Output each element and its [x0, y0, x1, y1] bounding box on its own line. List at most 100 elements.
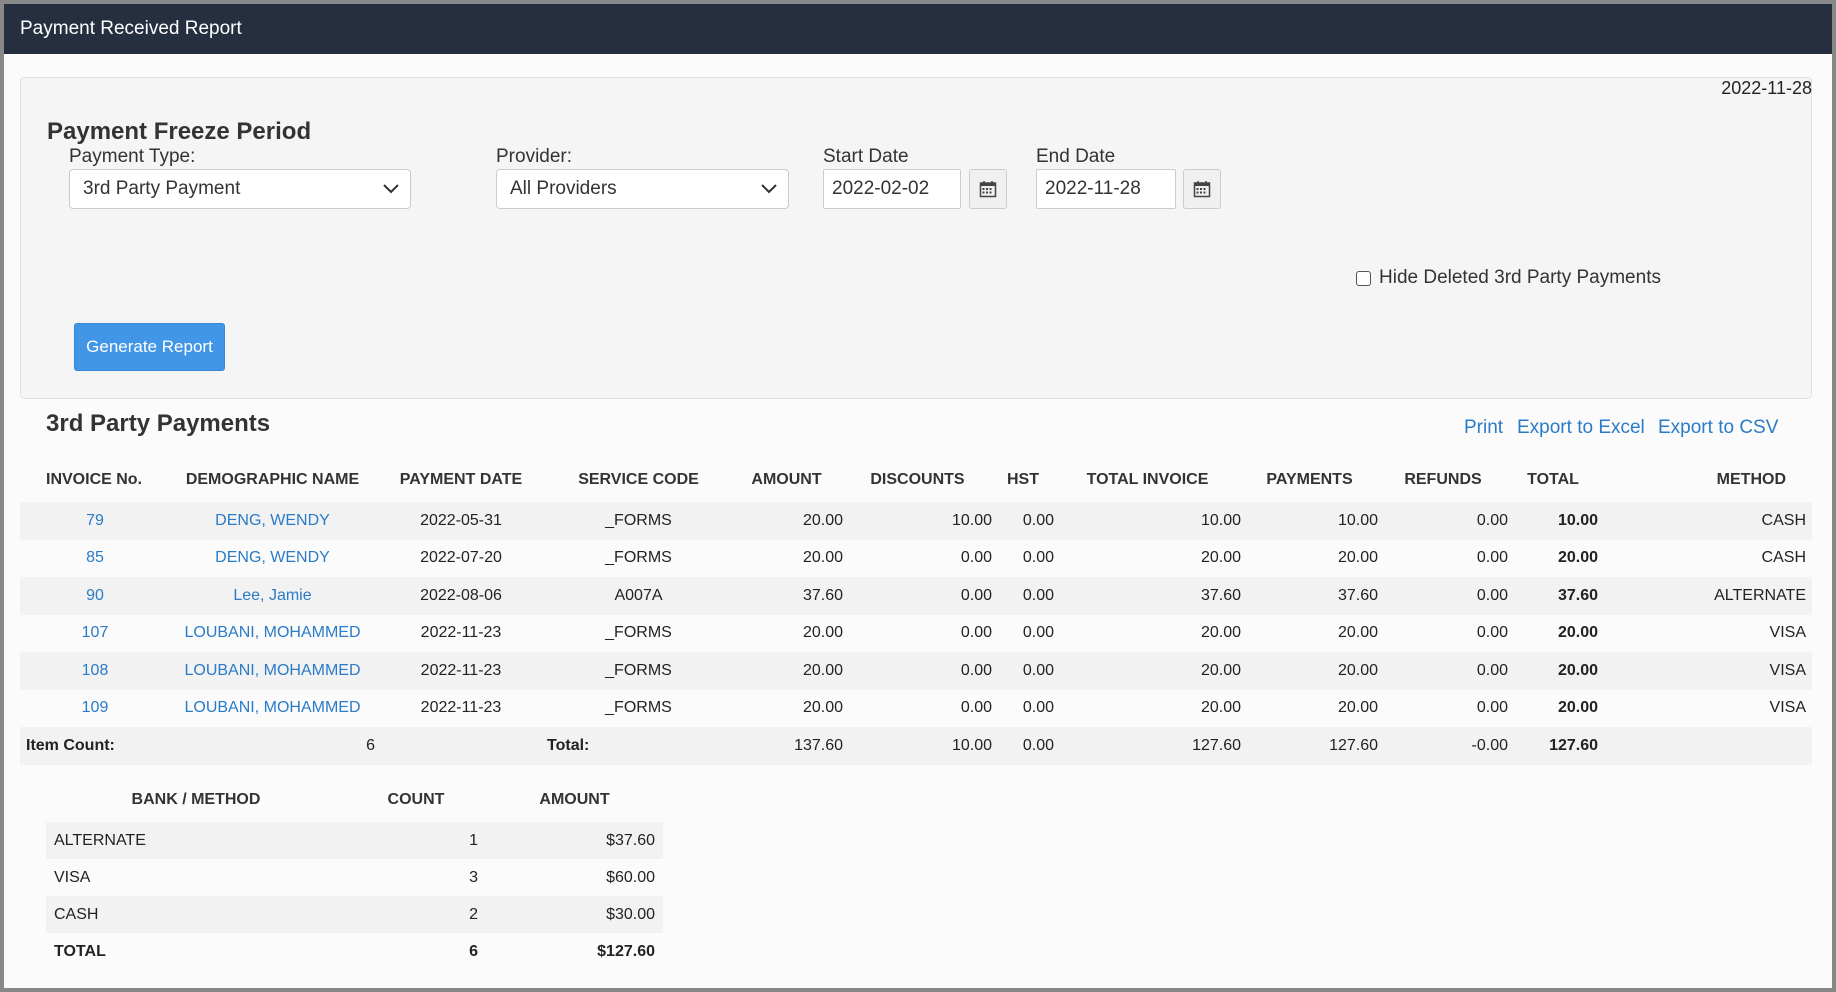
summary-total-amount: $127.60 [597, 942, 655, 960]
invoice-link[interactable]: 79 [20, 502, 170, 540]
amount-cell: $30.00 [606, 905, 655, 923]
patient-name-link[interactable]: DENG, WENDY [170, 502, 375, 540]
column-header[interactable]: HST [992, 458, 1054, 502]
column-header[interactable]: DISCOUNTS [843, 458, 992, 502]
table-header-row: INVOICE No. DEMOGRAPHIC NAME PAYMENT DAT… [20, 458, 1812, 502]
table-row: 108 LOUBANI, MOHAMMED 2022-11-23 _FORMS … [20, 652, 1812, 690]
patient-name-link[interactable]: LOUBANI, MOHAMMED [170, 690, 375, 728]
total-invoice-cell: 20.00 [1200, 699, 1241, 717]
patient-name-link[interactable]: LOUBANI, MOHAMMED [170, 652, 375, 690]
totals-row: Item Count: 6 Total: 137.60 10.00 0.00 1… [20, 727, 1812, 765]
discounts-cell: 0.00 [960, 699, 992, 717]
patient-name-link[interactable]: Lee, Jamie [170, 577, 375, 615]
table-row: 109 LOUBANI, MOHAMMED 2022-11-23 _FORMS … [20, 690, 1812, 728]
empty-cell [1598, 727, 1812, 765]
amount-cell: 20.00 [802, 549, 843, 567]
count-cell: 2 [469, 905, 478, 923]
refunds-total: -0.00 [1471, 736, 1508, 754]
summary-row: CASH 2 $30.00 [46, 896, 663, 933]
payment-date-cell: 2022-05-31 [420, 511, 502, 529]
payments-cell: 20.00 [1337, 549, 1378, 567]
column-header[interactable]: PAYMENT DATE [375, 458, 547, 502]
item-count-label: Item Count: [26, 736, 115, 754]
total-cell: 20.00 [1557, 549, 1598, 567]
total-cell: 20.00 [1557, 661, 1598, 679]
payment-date-cell: 2022-07-20 [420, 549, 502, 567]
payments-table: INVOICE No. DEMOGRAPHIC NAME PAYMENT DAT… [20, 458, 1812, 765]
column-header[interactable]: METHOD [1598, 458, 1812, 502]
refunds-cell: 0.00 [1476, 699, 1508, 717]
report-window: Payment Received Report Payment Freeze P… [4, 4, 1832, 988]
column-header: BANK / METHOD [131, 791, 261, 808]
empty-cell [375, 727, 547, 765]
invoice-link[interactable]: 90 [20, 577, 170, 615]
service-code-cell: _FORMS [605, 699, 672, 717]
provider-value: All Providers [510, 178, 617, 199]
payments-cell: 20.00 [1337, 699, 1378, 717]
service-code-cell: A007A [614, 586, 663, 604]
payment-type-select[interactable]: 3rd Party Payment [69, 169, 411, 209]
column-header[interactable]: INVOICE No. [20, 458, 170, 502]
start-date-calendar-button[interactable] [969, 169, 1007, 209]
summary-total-count: 6 [469, 942, 478, 960]
column-header[interactable]: PAYMENTS [1241, 458, 1378, 502]
hst-cell: 0.00 [1022, 699, 1054, 717]
patient-name-link[interactable]: DENG, WENDY [170, 540, 375, 578]
export-excel-link[interactable]: Export to Excel [1517, 417, 1645, 439]
item-count-value: 6 [366, 736, 375, 754]
hst-cell: 0.00 [1022, 511, 1054, 529]
amount-cell: $60.00 [606, 868, 655, 886]
generate-report-button[interactable]: Generate Report [74, 323, 225, 371]
hide-deleted-option[interactable]: Hide Deleted 3rd Party Payments [1356, 267, 1661, 289]
summary-header-row: BANK / METHOD COUNT AMOUNT [46, 778, 663, 822]
payment-type-label: Payment Type: [69, 146, 196, 167]
service-code-cell: _FORMS [605, 511, 672, 529]
export-csv-link[interactable]: Export to CSV [1658, 417, 1778, 439]
total-cell: 37.60 [1557, 586, 1598, 604]
payments-cell: 20.00 [1337, 661, 1378, 679]
invoice-link[interactable]: 108 [20, 652, 170, 690]
total-invoice-cell: 20.00 [1200, 549, 1241, 567]
column-header[interactable]: TOTAL [1508, 458, 1598, 502]
print-link[interactable]: Print [1464, 417, 1503, 439]
grand-total: 127.60 [1549, 736, 1598, 754]
payments-cell: 20.00 [1337, 624, 1378, 642]
summary-row: ALTERNATE 1 $37.60 [46, 822, 663, 859]
amount-cell: 37.60 [802, 586, 843, 604]
total-invoice-cell: 37.60 [1200, 586, 1241, 604]
invoice-link[interactable]: 85 [20, 540, 170, 578]
amount-total: 137.60 [794, 736, 843, 754]
filter-panel: Payment Freeze Period Payment Type: 3rd … [20, 77, 1812, 399]
method-cell: VISA [54, 868, 91, 886]
total-invoice-total: 127.60 [1192, 736, 1241, 754]
start-date-input[interactable]: 2022-02-02 [823, 169, 961, 209]
column-header[interactable]: TOTAL INVOICE [1054, 458, 1241, 502]
method-cell: VISA [1769, 661, 1806, 679]
invoice-link[interactable]: 107 [20, 615, 170, 653]
column-header[interactable]: AMOUNT [730, 458, 843, 502]
refunds-cell: 0.00 [1476, 586, 1508, 604]
hide-deleted-label: Hide Deleted 3rd Party Payments [1379, 267, 1661, 288]
refunds-cell: 0.00 [1476, 511, 1508, 529]
method-summary-table: BANK / METHOD COUNT AMOUNT ALTERNATE 1 $… [46, 778, 663, 970]
table-row: 90 Lee, Jamie 2022-08-06 A007A 37.60 0.0… [20, 577, 1812, 615]
total-invoice-cell: 20.00 [1200, 624, 1241, 642]
amount-cell: $37.60 [606, 831, 655, 849]
method-cell: VISA [1769, 624, 1806, 642]
column-header[interactable]: REFUNDS [1378, 458, 1508, 502]
patient-name-link[interactable]: LOUBANI, MOHAMMED [170, 615, 375, 653]
end-date-calendar-button[interactable] [1183, 169, 1221, 209]
hide-deleted-checkbox[interactable] [1356, 270, 1371, 286]
invoice-link[interactable]: 109 [20, 690, 170, 728]
end-date-input[interactable]: 2022-11-28 [1036, 169, 1176, 209]
discounts-cell: 10.00 [951, 511, 992, 529]
provider-select[interactable]: All Providers [496, 169, 789, 209]
count-cell: 1 [469, 831, 478, 849]
report-date: 2022-11-28 [1721, 78, 1812, 98]
calendar-icon [979, 181, 997, 198]
hst-cell: 0.00 [1022, 661, 1054, 679]
start-date-label: Start Date [823, 146, 909, 167]
total-cell: 20.00 [1557, 699, 1598, 717]
column-header[interactable]: DEMOGRAPHIC NAME [170, 458, 375, 502]
column-header[interactable]: SERVICE CODE [547, 458, 730, 502]
